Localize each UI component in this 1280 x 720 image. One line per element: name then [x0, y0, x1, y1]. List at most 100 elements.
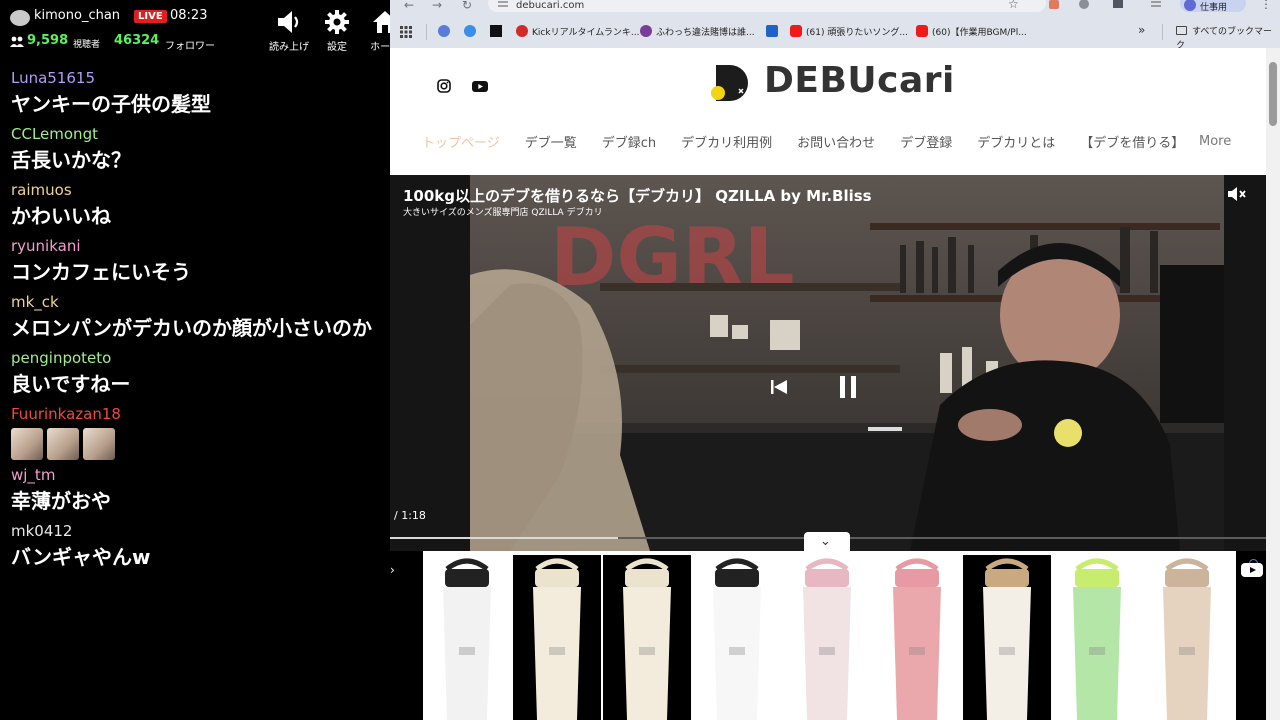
debucari-logo-icon[interactable] — [710, 63, 750, 103]
chat-message: Fuurinkazan18 — [0, 402, 390, 463]
web-page: DEBUcari トップページ デブ一覧 デブ録ch デブカリ利用例 お問い合わ… — [390, 48, 1280, 720]
site-info-icon[interactable] — [498, 0, 508, 8]
page-scrollbar[interactable] — [1266, 48, 1280, 720]
nav-item-rent[interactable]: 【デブを借りる】 — [1080, 132, 1184, 151]
chat-message: penginpoteto 良いですねー — [0, 346, 390, 402]
bookmark-item[interactable] — [464, 25, 480, 39]
tumbler-image — [623, 558, 671, 720]
follower-label: フォロワー — [165, 41, 215, 52]
muted-icon[interactable] — [1228, 187, 1246, 201]
video-title[interactable]: 100kg以上のデブを借りるなら【デブカリ】 QZILLA by Mr.Blis… — [403, 185, 872, 206]
ad-product-tumbler[interactable] — [513, 555, 601, 720]
ad-prev-icon[interactable]: › — [390, 563, 395, 577]
chat-username[interactable]: mk0412 — [11, 521, 380, 542]
reload-icon[interactable]: ↻ — [462, 0, 472, 11]
bookmark-item[interactable]: (60)【作業用BGM/Pl... — [916, 25, 1027, 39]
screen: kimono_chan LIVE 08:23 9,598 視聴者 46324 フ… — [0, 0, 1280, 720]
instagram-icon[interactable] — [437, 79, 451, 93]
chat-text: 舌長いかな？ — [11, 148, 131, 172]
bookmark-favicon — [766, 25, 778, 37]
ad-product-carousel[interactable] — [423, 551, 1258, 720]
sticker-emote — [11, 428, 43, 460]
bookmark-item[interactable]: Kickリアルタイムランキ... — [516, 25, 639, 39]
queue-icon[interactable] — [1150, 0, 1162, 10]
ad-product-tumbler[interactable] — [693, 555, 781, 720]
chat-username[interactable]: mk_ck — [11, 292, 380, 313]
youtube-icon[interactable] — [472, 81, 488, 92]
bookmark-label: (60)【作業用BGM/Pl... — [932, 28, 1027, 38]
ad-product-tumbler[interactable] — [1143, 555, 1231, 720]
extension-icon[interactable] — [1048, 0, 1060, 10]
chevron-down-icon: ⌄ — [820, 534, 831, 549]
scrollbar-thumb[interactable] — [1269, 62, 1277, 126]
nav-more-button[interactable]: More — [1199, 134, 1231, 149]
streamer-name[interactable]: kimono_chan — [34, 8, 120, 23]
ad-product-tumbler[interactable] — [423, 555, 511, 720]
youtube-favicon — [790, 25, 802, 37]
nav-item-examples[interactable]: デブカリ利用例 — [681, 132, 772, 151]
ad-product-tumbler[interactable] — [783, 555, 871, 720]
extension-icon[interactable] — [1078, 0, 1090, 10]
live-badge: LIVE — [134, 10, 167, 23]
chat-message-list[interactable]: Luna51615 ヤンキーの子供の髪型 CCLemongt 舌長いかな？ ra… — [0, 66, 390, 575]
streamer-avatar[interactable] — [10, 10, 30, 26]
sticker-emote — [47, 428, 79, 460]
chat-message: wj_tm 幸薄がおや — [0, 463, 390, 519]
extension-icon[interactable] — [1112, 0, 1124, 10]
nav-item-register[interactable]: デブ登録 — [900, 132, 952, 151]
ad-banner: › — [390, 551, 1266, 720]
bookmark-star-icon[interactable]: ☆ — [1008, 0, 1019, 11]
bookmark-item[interactable] — [490, 25, 506, 39]
nav-item-contact[interactable]: お問い合わせ — [797, 132, 875, 151]
previous-icon[interactable] — [770, 379, 788, 395]
chat-message: mk_ck メロンパンがデカいのか顔が小さいのか — [0, 290, 390, 346]
forward-icon[interactable]: → — [432, 0, 442, 11]
nav-item-about[interactable]: デブカリとは — [977, 132, 1055, 151]
bookmarks-overflow-icon[interactable]: » — [1138, 23, 1145, 37]
site-logo-text[interactable]: DEBUcari — [764, 60, 955, 101]
ad-collapse-button[interactable]: ⌄ — [804, 532, 850, 552]
bookmark-item[interactable] — [766, 25, 782, 39]
bookmarks-bar: Kickリアルタイムランキ... ふわっち違法賭博は誰... (61) 頑張りた… — [390, 16, 1280, 51]
follower-count: 46324 — [114, 33, 160, 48]
chat-text: コンカフェにいそう — [11, 260, 191, 284]
apps-grid-icon[interactable] — [400, 26, 412, 38]
profile-button[interactable]: 仕事用 — [1180, 0, 1246, 13]
pause-icon[interactable] — [838, 375, 858, 399]
back-icon[interactable]: ← — [404, 0, 414, 11]
chat-username[interactable]: raimuos — [11, 180, 380, 201]
chat-text: 幸薄がおや — [11, 489, 111, 513]
ad-product-tumbler[interactable] — [1053, 555, 1141, 720]
folder-icon — [1176, 26, 1187, 35]
nav-item-debu-ch[interactable]: デブ録ch — [602, 132, 656, 151]
chat-username[interactable]: CCLemongt — [11, 124, 380, 145]
bookmark-item[interactable]: ふわっち違法賭博は誰... — [640, 25, 755, 39]
nav-item-top[interactable]: トップページ — [422, 132, 500, 151]
video-channel[interactable]: 大きいサイズのメンズ服専門店 QZILLA デブカリ — [403, 205, 603, 218]
bookmark-item[interactable] — [438, 25, 454, 39]
address-bar[interactable]: debucari.com ☆ — [488, 0, 1046, 12]
chat-message: CCLemongt 舌長いかな？ — [0, 122, 390, 178]
ad-product-tumbler[interactable] — [963, 555, 1051, 720]
chat-username[interactable]: Luna51615 — [11, 68, 380, 89]
tumbler-image — [443, 558, 491, 720]
stream-elapsed-time: 08:23 — [170, 8, 208, 23]
browser-window: ← → ↻ debucari.com ☆ 仕事用 ⋮ Kickリアルタイムランキ… — [390, 0, 1280, 720]
chat-username[interactable]: Fuurinkazan18 — [11, 404, 380, 425]
ad-product-tumbler[interactable] — [873, 555, 961, 720]
video-player[interactable]: DGRL 100kg以上のデブを借りるなら【デブカリ】 QZILLA by Mr… — [390, 175, 1266, 551]
bookmark-item[interactable]: (61) 頑張りたいソング... — [790, 25, 908, 39]
home-button[interactable]: ホーム — [357, 6, 390, 54]
chat-username[interactable]: wj_tm — [11, 465, 380, 486]
ad-product-tumbler[interactable] — [603, 555, 691, 720]
youtube-icon[interactable] — [1241, 563, 1263, 577]
chat-text: 良いですねー — [11, 372, 131, 396]
site-navigation: トップページ デブ一覧 デブ録ch デブカリ利用例 お問い合わせ デブ登録 デブ… — [422, 132, 1209, 151]
browser-menu-icon[interactable]: ⋮ — [1260, 0, 1272, 10]
viewer-label: 視聴者 — [73, 40, 101, 50]
chat-message: Luna51615 ヤンキーの子供の髪型 — [0, 66, 390, 122]
chat-username[interactable]: ryunikani — [11, 236, 380, 257]
chat-username[interactable]: penginpoteto — [11, 348, 380, 369]
url-text[interactable]: debucari.com — [516, 0, 584, 11]
nav-item-debu-list[interactable]: デブ一覧 — [525, 132, 577, 151]
